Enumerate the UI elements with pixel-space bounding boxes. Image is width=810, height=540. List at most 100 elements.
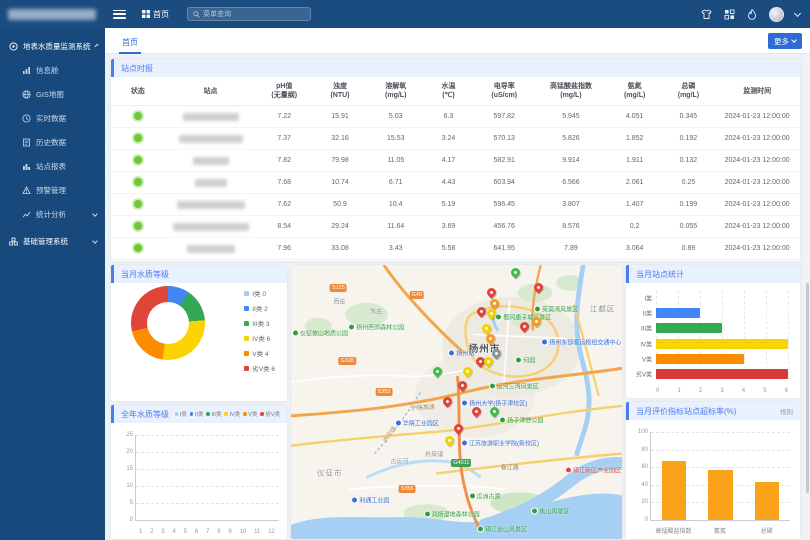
map-pin-yellow[interactable] (482, 355, 495, 368)
map-pin-red[interactable] (456, 379, 469, 392)
user-menu-chevron-icon[interactable] (794, 9, 801, 16)
station-name-cell (165, 179, 257, 187)
bar-row: III类 (656, 323, 788, 333)
gridline (700, 291, 701, 380)
scrollbar-thumb[interactable] (806, 283, 809, 493)
legend-item: II类 (190, 410, 204, 418)
map-pin-red[interactable] (441, 395, 454, 408)
sidebar-item-stats-analysis[interactable]: 统计分析 (0, 202, 105, 226)
legend-item: I类 (175, 410, 187, 418)
bar (656, 323, 722, 333)
table-row[interactable]: 7.8279.9811.054.17582.919.9141.9110.1322… (111, 150, 800, 172)
table-row[interactable]: 7.3732.1615.533.24570.135.8261.8520.1922… (111, 128, 800, 150)
sidebar-item-gis-map[interactable]: GIS地图 (0, 82, 105, 106)
bar-row: II类 (656, 308, 788, 318)
value-cell: 0.2 (607, 223, 663, 230)
table-row[interactable]: 7.2215.915.036.3597.825.9454.0510.345202… (111, 106, 800, 128)
clock-icon (21, 113, 31, 123)
legend-item: V类 (243, 410, 257, 418)
main-area: 首页 更多 站点时报 状态站点pH值(无量纲)浊度(NTU)溶解氧(mg/L)水… (105, 28, 810, 540)
status-cell (111, 178, 165, 188)
value-cell: 1.911 (607, 157, 663, 164)
bar (656, 308, 700, 318)
value-cell: 570.13 (473, 135, 535, 142)
layout-components-icon[interactable] (723, 8, 735, 20)
y-tick-label: 20 (126, 449, 133, 455)
gridline (744, 291, 745, 380)
table-row[interactable]: 7.6810.746.714.43603.946.5662.0610.25202… (111, 172, 800, 194)
hamburger-menu-icon[interactable] (113, 10, 126, 19)
map-label: 朴席镇 (425, 449, 443, 458)
table-row[interactable]: 8.5429.2411.643.69456.768.5760.20.055202… (111, 216, 800, 238)
map-pin-yellow[interactable] (443, 434, 456, 447)
map-pin-red[interactable] (485, 286, 498, 299)
menu-search-input[interactable]: 菜单查询 (187, 7, 311, 21)
gis-map[interactable]: 扬州市江都区仪征市朴席镇西庄朱庄古运河沪陕高速沪宁线春江路扬州西郊森林公园仪征捺… (291, 265, 622, 539)
x-tick-label: 10 (240, 529, 247, 535)
legend-label: V类 (248, 410, 257, 418)
road-shield: G328 (338, 357, 355, 365)
value-cell: 5.945 (535, 113, 607, 120)
x-tick-label: 1 (139, 529, 142, 535)
category-label: IV类 (640, 339, 652, 348)
theme-skin-icon[interactable] (700, 8, 712, 20)
sidebar-item-alarm-manage[interactable]: 预警管理 (0, 178, 105, 202)
station-name-redacted (177, 201, 245, 209)
bar (656, 339, 788, 349)
x-tick-label: 1 (677, 388, 680, 394)
user-avatar[interactable] (769, 7, 784, 22)
value-cell: 0.25 (663, 179, 715, 186)
value-cell: 2.061 (607, 179, 663, 186)
category-label: II类 (643, 309, 652, 318)
sidebar-group-water-monitor[interactable]: 地表水质量监测系统 (0, 34, 105, 58)
map-pin-green[interactable] (431, 365, 444, 378)
sidebar-item-info-cabin[interactable]: 信息舱 (0, 58, 105, 82)
status-cell (111, 156, 165, 166)
sidebar-item-history-data[interactable]: 历史数据 (0, 130, 105, 154)
x-tick-label: 氨氮 (697, 526, 744, 535)
road-shield: S353 (375, 388, 392, 396)
sidebar-group-base-manage[interactable]: 基础管理系统 (0, 229, 105, 253)
tab-home[interactable]: 首页 (119, 33, 141, 54)
column-header: 总磷(mg/L) (663, 82, 715, 100)
map-pin-yellow[interactable] (461, 365, 474, 378)
x-tick-label: 9 (228, 529, 231, 535)
value-cell: 0.132 (663, 157, 715, 164)
map-pin-green[interactable] (509, 266, 522, 279)
rules-link[interactable]: 规则 (780, 406, 793, 416)
map-pin-red[interactable] (518, 320, 531, 333)
value-cell: 1.852 (607, 135, 663, 142)
column-header: 状态 (111, 87, 165, 96)
sidebar-group-label: 地表水质量监测系统 (23, 41, 91, 52)
bar-row: IV类 (656, 339, 788, 349)
x-tick-label: 12 (268, 529, 275, 535)
table-row[interactable]: 7.9633.083.435.58641.957.893.0640.892024… (111, 238, 800, 260)
table-row[interactable]: 7.6250.910.45.19596.453.8071.4070.199202… (111, 194, 800, 216)
more-button[interactable]: 更多 (768, 33, 802, 49)
search-icon (193, 11, 200, 18)
map-overlay: 扬州市江都区仪征市朴席镇西庄朱庄古运河沪陕高速沪宁线春江路扬州西郊森林公园仪征捺… (291, 265, 622, 539)
value-cell: 0.199 (663, 201, 715, 208)
x-tick-label: 6 (785, 388, 788, 394)
legend-item: I类 0 (244, 288, 275, 298)
map-pin-red[interactable] (532, 281, 545, 294)
value-cell: 7.37 (256, 135, 312, 142)
legend-label: I类 (180, 410, 187, 418)
report-chart-icon (21, 161, 31, 171)
value-cell: 5.58 (424, 245, 474, 252)
status-cell (111, 112, 165, 122)
logo-placeholder (8, 9, 96, 20)
map-pin-orange[interactable] (488, 297, 501, 310)
map-pin-red[interactable] (452, 422, 465, 435)
x-axis-labels: 0123456 (656, 388, 788, 394)
sidebar-item-realtime-data[interactable]: 实时数据 (0, 106, 105, 130)
breadcrumb-home[interactable]: 首页 (142, 9, 169, 20)
station-name-redacted (195, 179, 227, 187)
alert-icon (21, 185, 31, 195)
sidebar-item-station-report[interactable]: 站点报表 (0, 154, 105, 178)
flame-icon[interactable] (746, 8, 758, 20)
road-shield: G40 (410, 291, 424, 299)
legend-label: I类 0 (252, 288, 266, 298)
x-tick-label: 2 (699, 388, 702, 394)
page-scrollbar[interactable] (805, 55, 810, 540)
